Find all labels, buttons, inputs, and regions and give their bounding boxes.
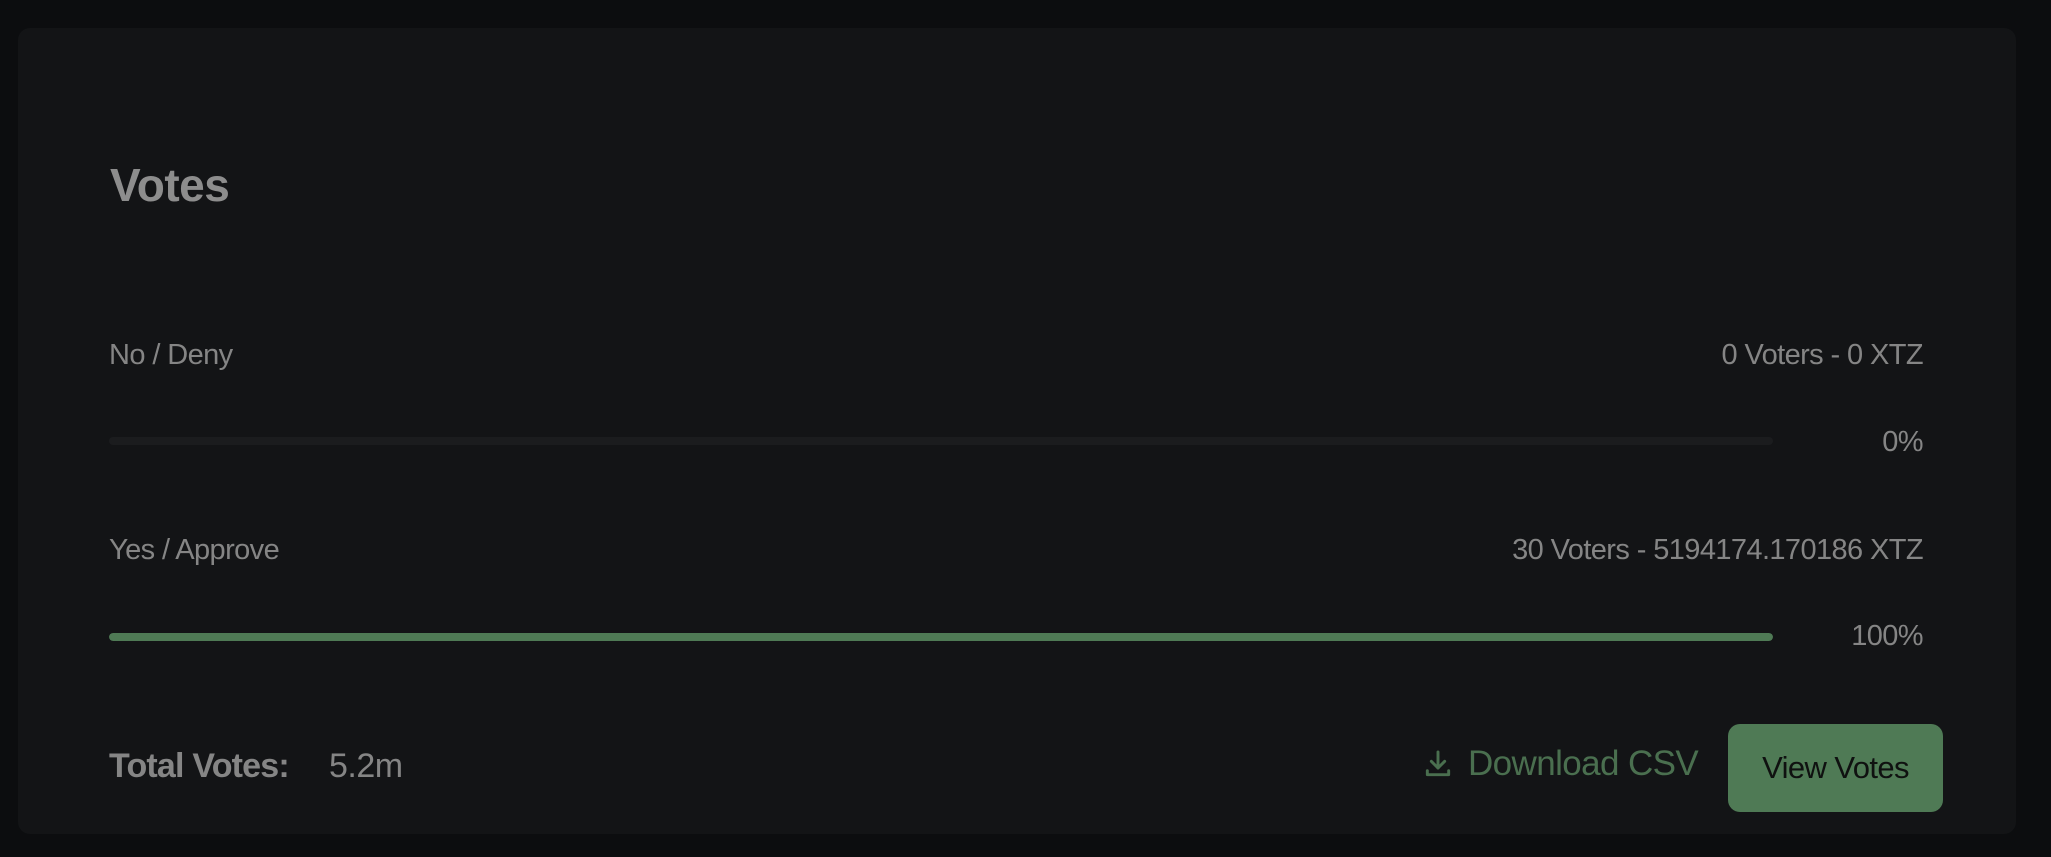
download-icon — [1425, 750, 1451, 777]
vote-option-label-yes: Yes / Approve — [109, 534, 280, 566]
download-csv-label: Download CSV — [1468, 744, 1699, 783]
total-votes-value: 5.2m — [329, 747, 403, 785]
vote-percent-no: 0% — [1882, 426, 1923, 458]
vote-option-label-no: No / Deny — [109, 339, 233, 371]
vote-progress-bar-no — [109, 437, 1773, 445]
section-title: Votes — [110, 159, 230, 211]
view-votes-button[interactable]: View Votes — [1728, 724, 1943, 812]
vote-progress-bar-yes — [109, 633, 1773, 641]
votes-card: Votes No / Deny 0 Voters - 0 XTZ 0% Yes … — [18, 28, 2016, 834]
vote-percent-yes: 100% — [1851, 620, 1923, 652]
vote-progress-fill-yes — [109, 633, 1773, 641]
vote-option-detail-yes: 30 Voters - 5194174.170186 XTZ — [1512, 534, 1923, 566]
download-csv-button[interactable]: Download CSV — [1422, 744, 1699, 784]
total-votes-label: Total Votes: — [109, 747, 290, 785]
vote-option-detail-no: 0 Voters - 0 XTZ — [1721, 339, 1923, 371]
